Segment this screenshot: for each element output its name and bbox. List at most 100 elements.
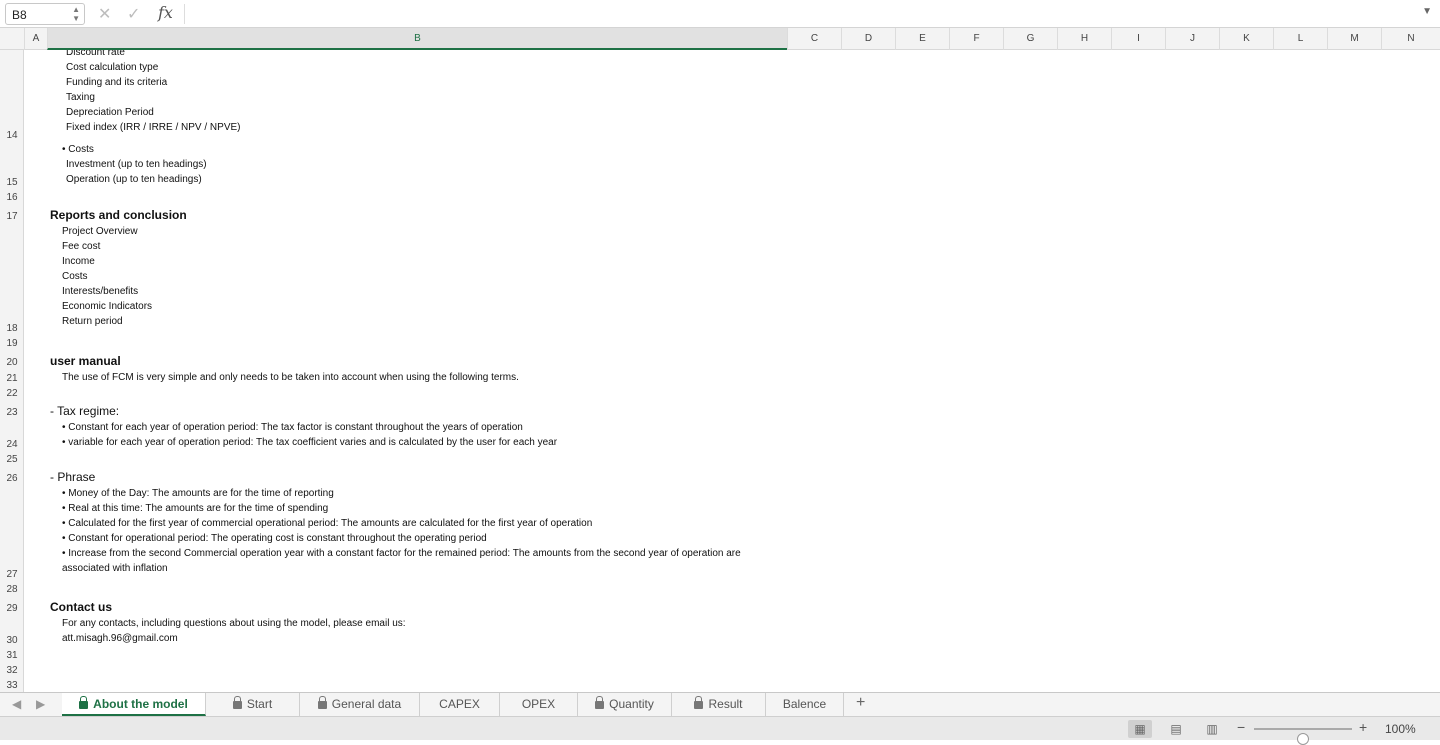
column-header-d[interactable]: D [841, 28, 895, 50]
sheet-tab-opex[interactable]: OPEX [500, 693, 578, 716]
tax-regime-heading: - Tax regime: [50, 404, 120, 418]
row-number[interactable]: 20 [0, 357, 24, 368]
row-number[interactable]: 17 [0, 211, 24, 222]
row-number[interactable]: 32 [0, 665, 24, 676]
phrase-item: • Constant for operational period: The o… [62, 533, 487, 544]
worksheet-grid[interactable]: Discount rate Cost calculation type Fund… [24, 50, 1440, 692]
lock-icon [317, 696, 327, 709]
zoom-level[interactable]: 100% [1385, 722, 1416, 736]
column-header-e[interactable]: E [895, 28, 949, 50]
row-number[interactable]: 31 [0, 650, 24, 661]
row-number[interactable]: 25 [0, 454, 24, 465]
row-number[interactable]: 27 [0, 569, 24, 580]
tax-item: • variable for each year of operation pe… [62, 437, 558, 448]
column-header-h[interactable]: H [1057, 28, 1111, 50]
phrase-item: • Calculated for the first year of comme… [62, 518, 593, 529]
function-icon[interactable]: fx [158, 3, 173, 22]
column-header-i[interactable]: I [1111, 28, 1165, 50]
sheet-tab-general-data[interactable]: General data [300, 693, 420, 716]
report-item: Return period [62, 316, 123, 327]
row-header: 14 15 16 17 18 19 20 21 22 23 24 25 26 27 28 29 30 31 32 33 [0, 50, 24, 692]
phrase-item: • Increase from the second Commercial op… [62, 548, 741, 559]
name-box[interactable]: B8 ▲ ▼ [5, 3, 85, 25]
lock-icon [595, 696, 605, 709]
param-item: Cost calculation type [66, 62, 159, 73]
column-header-a[interactable]: A [24, 28, 47, 50]
row-number[interactable]: 23 [0, 407, 24, 418]
phrase-item: associated with inflation [62, 563, 168, 574]
phrase-item: • Money of the Day: The amounts are for … [62, 488, 334, 499]
column-header-f[interactable]: F [949, 28, 1003, 50]
name-box-spin-icon[interactable]: ▲ ▼ [72, 5, 80, 23]
row-number[interactable]: 33 [0, 680, 24, 691]
column-header-m[interactable]: M [1327, 28, 1381, 50]
column-header-g[interactable]: G [1003, 28, 1057, 50]
column-header-l[interactable]: L [1273, 28, 1327, 50]
sheet-tab-label: General data [331, 697, 402, 711]
row-number[interactable]: 21 [0, 373, 24, 384]
row-number[interactable]: 30 [0, 635, 24, 646]
column-header-n[interactable]: N [1381, 28, 1440, 50]
sheet-tab-label: Result [708, 697, 743, 711]
sheet-tab-label: OPEX [521, 697, 556, 711]
sheet-tab-quantity[interactable]: Quantity [578, 693, 672, 716]
enter-icon[interactable]: ✓ [127, 4, 140, 24]
costs-item: Operation (up to ten headings) [66, 174, 202, 185]
row-number[interactable]: 29 [0, 603, 24, 614]
sheet-tab-start[interactable]: Start [206, 693, 300, 716]
param-item: Funding and its criteria [66, 77, 168, 88]
row-number[interactable]: 16 [0, 192, 24, 203]
column-header-b[interactable]: B [47, 28, 787, 50]
sheet-tab-balence[interactable]: Balence [766, 693, 844, 716]
sheet-tab-bar: ◀ ▶ About the model Start General data CAPE… [0, 692, 1440, 716]
row-number[interactable]: 18 [0, 323, 24, 334]
row-number[interactable]: 19 [0, 338, 24, 349]
zoom-out-button[interactable]: − [1237, 719, 1245, 735]
zoom-slider-thumb[interactable] [1297, 733, 1309, 745]
page-break-view-icon[interactable]: ▥ [1200, 720, 1224, 738]
contact-text: For any contacts, including questions ab… [62, 618, 406, 629]
column-header: ABCDEFGHIJKLMN [0, 28, 1440, 50]
add-sheet-button[interactable]: + [856, 694, 865, 712]
status-bar: ▦ ▤ ▥ − + 100% [0, 716, 1440, 745]
row-number[interactable]: 26 [0, 473, 24, 484]
row-number[interactable]: 28 [0, 584, 24, 595]
manual-intro: The use of FCM is very simple and only n… [62, 372, 519, 383]
report-item: Interests/benefits [62, 286, 139, 297]
row-number[interactable]: 14 [0, 130, 24, 141]
sheet-tab-label: Quantity [609, 697, 654, 711]
normal-view-icon[interactable]: ▦ [1128, 720, 1152, 738]
chevron-down-icon[interactable]: ▼ [1422, 6, 1432, 17]
select-all-corner[interactable] [0, 28, 24, 50]
row-number[interactable]: 24 [0, 439, 24, 450]
formula-input[interactable] [192, 7, 1412, 23]
cell-reference: B8 [12, 8, 27, 22]
sheet-tab-label: Start [246, 697, 273, 711]
section-heading-contact: Contact us [50, 600, 113, 614]
sheet-tab-capex[interactable]: CAPEX [420, 693, 500, 716]
sheet-tab-result[interactable]: Result [672, 693, 766, 716]
page-layout-view-icon[interactable]: ▤ [1164, 720, 1188, 738]
next-sheet-icon[interactable]: ▶ [36, 697, 45, 711]
row-number[interactable]: 22 [0, 388, 24, 399]
param-item: Depreciation Period [66, 107, 154, 118]
section-heading-reports: Reports and conclusion [50, 208, 187, 222]
costs-item: Investment (up to ten headings) [66, 159, 207, 170]
column-header-c[interactable]: C [787, 28, 841, 50]
sheet-tab-label: About the model [93, 697, 188, 711]
cancel-icon[interactable]: ✕ [98, 4, 111, 24]
column-header-j[interactable]: J [1165, 28, 1219, 50]
contact-email: att.misagh.96@gmail.com [62, 633, 178, 644]
lock-icon [232, 696, 242, 709]
sheet-tab-about-the-model[interactable]: About the model [62, 693, 206, 716]
phrase-item: • Real at this time: The amounts are for… [62, 503, 329, 514]
formula-bar: B8 ▲ ▼ ✕ ✓ fx ▼ [0, 0, 1440, 28]
column-header-k[interactable]: K [1219, 28, 1273, 50]
report-item: Project Overview [62, 226, 138, 237]
zoom-slider[interactable] [1254, 728, 1352, 745]
formula-divider [184, 4, 185, 24]
row-number[interactable]: 15 [0, 177, 24, 188]
zoom-in-button[interactable]: + [1359, 719, 1367, 735]
prev-sheet-icon[interactable]: ◀ [12, 697, 21, 711]
report-item: Economic Indicators [62, 301, 153, 312]
